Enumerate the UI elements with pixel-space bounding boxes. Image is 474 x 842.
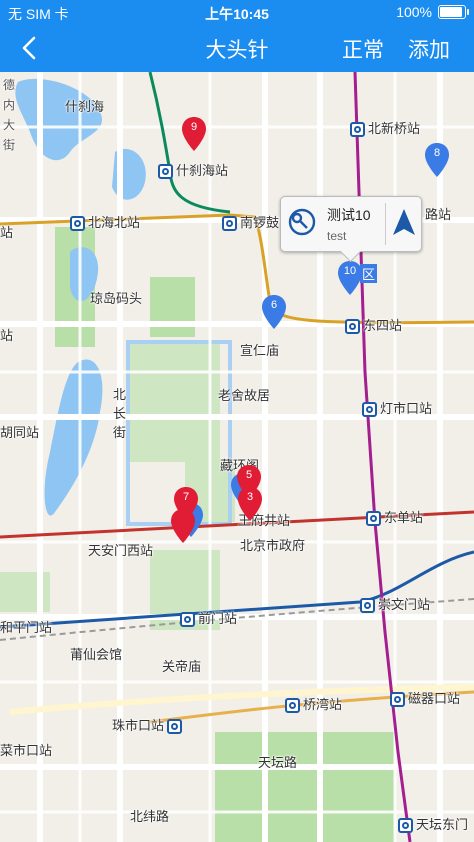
normal-button[interactable]: 正常 [342, 34, 384, 64]
pin-label: 8 [433, 147, 441, 159]
station-label[interactable]: 前门站 [180, 608, 237, 627]
map-label: 大 [3, 118, 16, 132]
location-target-icon [288, 208, 316, 236]
map-label: 路站 [425, 207, 452, 222]
map-label: 宣仁庙 [240, 343, 280, 358]
map-label: 莆仙会馆 [70, 647, 123, 662]
pin-label: 9 [190, 121, 198, 133]
map-label: 站 [0, 328, 14, 343]
status-right: 100% [396, 4, 469, 20]
status-bar: 无 SIM 卡 上午10:45 100% [0, 0, 474, 24]
station-label[interactable]: 东四站 [345, 315, 402, 334]
map-label: 关帝庙 [162, 659, 202, 674]
station-label[interactable]: 南锣鼓 [222, 212, 279, 231]
map-label: 北长街 [113, 387, 127, 440]
map-label: 德 [3, 78, 16, 92]
map-pin[interactable]: 3 [237, 486, 263, 522]
add-button[interactable]: 添加 [408, 34, 450, 64]
battery-icon [438, 5, 469, 19]
page-title: 大头针 [205, 39, 269, 62]
map-label: 胡同站 [0, 425, 40, 440]
station-label[interactable]: 桥湾站 [285, 694, 342, 713]
subway-station-icon [360, 598, 375, 613]
station-label[interactable]: 磁器口站 [390, 688, 460, 707]
nav-bar: 大头针 正常 添加 [0, 24, 474, 72]
station-label[interactable]: 天坛东门 [398, 814, 468, 833]
map-pin[interactable]: 7 [173, 486, 199, 522]
battery-percent: 100% [396, 4, 432, 20]
callout-subtitle: test [327, 229, 347, 243]
map-pin[interactable]: 10 [337, 260, 363, 296]
station-label[interactable]: 珠市口站 [112, 715, 185, 734]
map-label: 菜市口站 [0, 743, 53, 758]
map-label: 北京市政府 [240, 538, 306, 553]
map-pin[interactable]: 9 [181, 116, 207, 152]
map-label: 什刹海 [65, 99, 105, 114]
subway-station-icon [222, 216, 237, 231]
station-label[interactable]: 东单站 [366, 507, 423, 526]
map-label: 琼岛码头 [90, 291, 143, 306]
callout-title: 测试10 [327, 207, 371, 223]
map-label: 街 [3, 138, 16, 152]
top-bar: 无 SIM 卡 上午10:45 100% 大头针 正常 添加 [0, 0, 474, 72]
station-label[interactable]: 灯市口站 [362, 398, 432, 417]
subway-station-icon [390, 692, 405, 707]
map-label: 和平门站 [0, 620, 53, 635]
subway-station-icon [70, 216, 85, 231]
callout-divider [385, 203, 386, 245]
subway-station-icon [180, 612, 195, 627]
pin-label: 6 [270, 299, 278, 311]
map-label: 老舍故居 [218, 388, 271, 403]
map-label: 站 [0, 225, 14, 240]
subway-station-icon [350, 122, 365, 137]
pin-label: 7 [182, 491, 190, 503]
pin-label: 3 [246, 491, 254, 503]
map-pin[interactable]: 6 [261, 294, 287, 330]
map-label: 内 [3, 98, 16, 112]
subway-station-icon [366, 511, 381, 526]
map-label: 天坛路 [258, 755, 298, 770]
subway-station-icon [362, 402, 377, 417]
pin-label: 5 [245, 469, 253, 481]
map-view[interactable]: 德 内 大 街 什刹海 什刹海站 北新桥站 站 北海北站 南锣鼓 路站 琼岛码头… [0, 72, 474, 842]
station-label[interactable]: 北海北站 [70, 212, 140, 231]
subway-station-icon [345, 319, 360, 334]
subway-station-icon [285, 698, 300, 713]
subway-station-icon [398, 818, 413, 833]
pin-label: 10 [343, 265, 357, 277]
subway-station-icon [167, 719, 183, 734]
station-label[interactable]: 什刹海站 [158, 160, 228, 179]
station-label[interactable]: 北新桥站 [350, 118, 420, 137]
map-label: 天安门西站 [88, 543, 154, 558]
pin-callout[interactable]: 测试10 test [280, 196, 422, 252]
map-label: 北纬路 [130, 809, 170, 824]
map-pin[interactable]: 8 [424, 142, 450, 178]
navigation-arrow-icon[interactable] [391, 207, 417, 237]
station-label[interactable]: 崇文门站 [360, 594, 430, 613]
subway-station-icon [158, 164, 173, 179]
